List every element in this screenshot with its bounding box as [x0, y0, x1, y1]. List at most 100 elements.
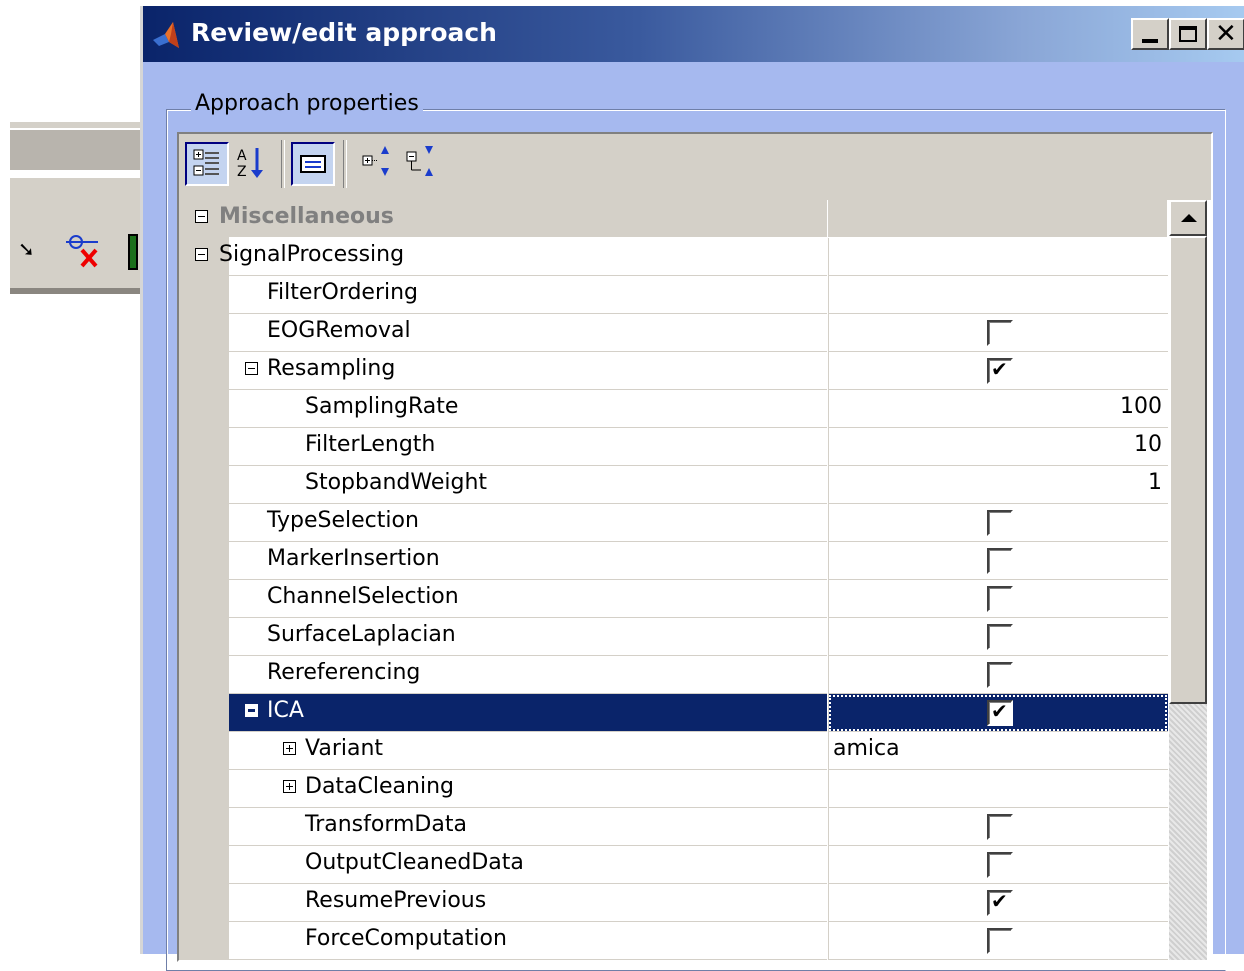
categorized-view-button[interactable]: [185, 142, 229, 186]
property-row[interactable]: TransformData: [187, 808, 1168, 846]
property-checkbox[interactable]: [987, 852, 1013, 878]
property-name-cell[interactable]: FilterLength: [229, 428, 827, 466]
property-row[interactable]: EOGRemoval: [187, 314, 1168, 352]
property-row[interactable]: OutputCleanedData: [187, 846, 1168, 884]
property-name-cell[interactable]: FilterOrdering: [229, 276, 827, 314]
property-value-cell[interactable]: [828, 694, 1168, 732]
property-name-cell[interactable]: Resampling: [229, 352, 827, 390]
property-row[interactable]: ResumePrevious: [187, 884, 1168, 922]
property-value-cell[interactable]: [828, 580, 1168, 618]
scroll-thumb[interactable]: [1169, 236, 1207, 704]
property-checkbox[interactable]: [987, 662, 1013, 688]
property-checkbox[interactable]: [987, 928, 1013, 954]
expand-icon[interactable]: [283, 780, 296, 793]
property-name-cell[interactable]: OutputCleanedData: [229, 846, 827, 884]
scroll-up-button[interactable]: [1169, 200, 1207, 236]
property-value-cell[interactable]: amica: [828, 732, 1168, 770]
collapse-icon[interactable]: [245, 362, 258, 375]
property-row[interactable]: ChannelSelection: [187, 580, 1168, 618]
property-value[interactable]: 100: [1120, 394, 1162, 419]
property-checkbox[interactable]: [987, 586, 1013, 612]
property-value-cell[interactable]: [828, 770, 1168, 808]
property-checkbox[interactable]: [987, 699, 1013, 726]
property-checkbox[interactable]: [987, 624, 1013, 650]
property-value-cell[interactable]: 10: [828, 428, 1168, 466]
collapse-icon[interactable]: [195, 248, 208, 261]
maximize-button[interactable]: [1169, 18, 1207, 50]
property-checkbox[interactable]: [987, 357, 1013, 384]
property-row[interactable]: StopbandWeight 1: [187, 466, 1168, 504]
property-value-cell[interactable]: [828, 352, 1168, 390]
property-name-cell[interactable]: TransformData: [229, 808, 827, 846]
property-row[interactable]: MarkerInsertion: [187, 542, 1168, 580]
property-name-cell[interactable]: TypeSelection: [229, 504, 827, 542]
row-gutter: [187, 466, 229, 504]
property-value-cell[interactable]: [828, 314, 1168, 352]
property-name-cell[interactable]: ChannelSelection: [229, 580, 827, 618]
collapse-icon[interactable]: [245, 704, 258, 717]
property-name-cell[interactable]: ResumePrevious: [229, 884, 827, 922]
property-name-cell[interactable]: MarkerInsertion: [229, 542, 827, 580]
property-row[interactable]: TypeSelection: [187, 504, 1168, 542]
collapse-icon[interactable]: [195, 210, 208, 223]
category-row[interactable]: Miscellaneous: [187, 200, 1167, 238]
property-row[interactable]: Resampling: [187, 352, 1168, 390]
property-value-cell[interactable]: [828, 656, 1168, 694]
property-name-cell[interactable]: EOGRemoval: [229, 314, 827, 352]
property-name-cell[interactable]: SurfaceLaplacian: [229, 618, 827, 656]
property-name-cell[interactable]: Miscellaneous: [187, 200, 827, 237]
property-checkbox[interactable]: [987, 814, 1013, 840]
property-value-cell[interactable]: [828, 542, 1168, 580]
property-checkbox[interactable]: [987, 320, 1013, 346]
property-row[interactable]: ICA: [187, 694, 1168, 732]
property-row[interactable]: SamplingRate 100: [187, 390, 1168, 428]
property-value[interactable]: 1: [1148, 470, 1162, 495]
insert-icon[interactable]: [128, 234, 138, 270]
property-name-cell[interactable]: DataCleaning: [229, 770, 827, 808]
property-row[interactable]: Variant amica: [187, 732, 1168, 770]
property-row[interactable]: FilterLength 10: [187, 428, 1168, 466]
property-row[interactable]: Rereferencing: [187, 656, 1168, 694]
property-name-cell[interactable]: SamplingRate: [229, 390, 827, 428]
minimize-button[interactable]: [1131, 18, 1169, 50]
property-row[interactable]: FilterOrdering: [187, 276, 1168, 314]
row-gutter: [187, 846, 229, 884]
property-row[interactable]: SignalProcessing: [187, 238, 1168, 276]
property-name-cell[interactable]: Rereferencing: [229, 656, 827, 694]
property-value-cell[interactable]: [828, 922, 1168, 960]
property-name-cell[interactable]: Variant: [229, 732, 827, 770]
expand-icon[interactable]: [283, 742, 296, 755]
property-value-cell[interactable]: [828, 884, 1168, 922]
description-panel-button[interactable]: [291, 142, 335, 186]
property-checkbox[interactable]: [987, 548, 1013, 574]
property-name-cell[interactable]: SignalProcessing: [187, 238, 827, 276]
svg-text:A: A: [237, 148, 247, 164]
sort-alphabetical-button[interactable]: A Z: [231, 142, 275, 186]
property-name-cell[interactable]: ForceComputation: [229, 922, 827, 960]
property-value-cell[interactable]: 100: [828, 390, 1168, 428]
expand-all-button[interactable]: [357, 142, 401, 186]
property-value-cell[interactable]: [828, 200, 1167, 237]
property-row[interactable]: SurfaceLaplacian: [187, 618, 1168, 656]
property-value[interactable]: 10: [1134, 432, 1162, 457]
property-value-cell[interactable]: [828, 238, 1168, 276]
pointer-icon[interactable]: ➘: [18, 237, 35, 261]
property-value-cell[interactable]: [828, 846, 1168, 884]
property-name-cell[interactable]: StopbandWeight: [229, 466, 827, 504]
property-row[interactable]: ForceComputation: [187, 922, 1168, 960]
property-value-cell[interactable]: [828, 808, 1168, 846]
property-checkbox[interactable]: [987, 889, 1013, 916]
property-checkbox[interactable]: [987, 510, 1013, 536]
property-value-cell[interactable]: [828, 276, 1168, 314]
property-value[interactable]: amica: [833, 736, 900, 761]
vertical-scrollbar[interactable]: [1169, 200, 1207, 960]
delete-marker-icon[interactable]: [62, 232, 102, 272]
property-value-cell[interactable]: 1: [828, 466, 1168, 504]
property-name-cell[interactable]: ICA: [229, 694, 827, 732]
title-bar[interactable]: Review/edit approach ✕: [143, 6, 1244, 62]
collapse-all-button[interactable]: [401, 142, 445, 186]
close-button[interactable]: ✕: [1207, 18, 1244, 50]
property-value-cell[interactable]: [828, 618, 1168, 656]
property-value-cell[interactable]: [828, 504, 1168, 542]
property-row[interactable]: DataCleaning: [187, 770, 1168, 808]
